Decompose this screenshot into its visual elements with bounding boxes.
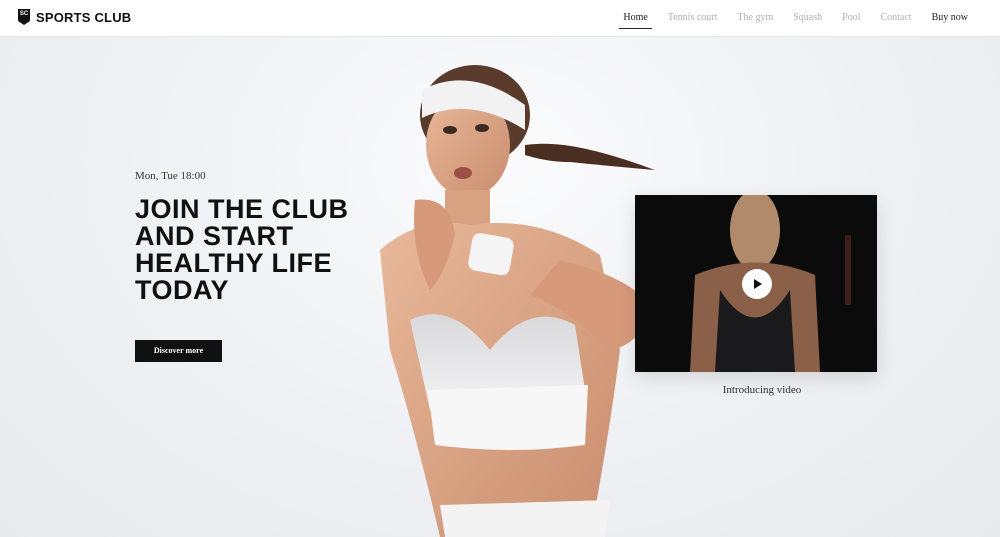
nav-item-the-gym[interactable]: The gym bbox=[727, 0, 783, 36]
headline-line: JOIN THE CLUB bbox=[135, 194, 349, 224]
logo-text: SPORTS CLUB bbox=[36, 9, 132, 25]
site-header: SC SPORTS CLUB Home Tennis court The gym… bbox=[0, 0, 1000, 37]
logo[interactable]: SC SPORTS CLUB bbox=[18, 9, 131, 25]
nav-item-contact[interactable]: Contact bbox=[870, 0, 921, 36]
nav-item-pool[interactable]: Pool bbox=[832, 0, 870, 36]
hero-section: Mon, Tue 18:00 JOIN THE CLUB AND START H… bbox=[135, 170, 349, 362]
hero-headline: JOIN THE CLUB AND START HEALTHY LIFE TOD… bbox=[135, 196, 349, 304]
logo-shield-icon: SC bbox=[18, 9, 30, 25]
main-nav: Home Tennis court The gym Squash Pool Co… bbox=[613, 0, 978, 36]
nav-item-squash[interactable]: Squash bbox=[783, 0, 832, 36]
play-icon[interactable] bbox=[742, 269, 772, 299]
nav-item-home[interactable]: Home bbox=[613, 0, 657, 36]
page: SC SPORTS CLUB Home Tennis court The gym… bbox=[0, 0, 1000, 537]
nav-item-tennis-court[interactable]: Tennis court bbox=[658, 0, 728, 36]
hero-athlete-image bbox=[380, 65, 655, 537]
headline-line: HEALTHY LIFE bbox=[135, 248, 333, 278]
discover-more-button[interactable]: Discover more bbox=[135, 340, 222, 362]
headline-line: TODAY bbox=[135, 275, 230, 305]
headline-line: AND START bbox=[135, 221, 294, 251]
class-schedule: Mon, Tue 18:00 bbox=[135, 170, 206, 182]
video-caption: Introducing video bbox=[722, 384, 802, 396]
nav-item-buy-now[interactable]: Buy now bbox=[922, 0, 978, 36]
